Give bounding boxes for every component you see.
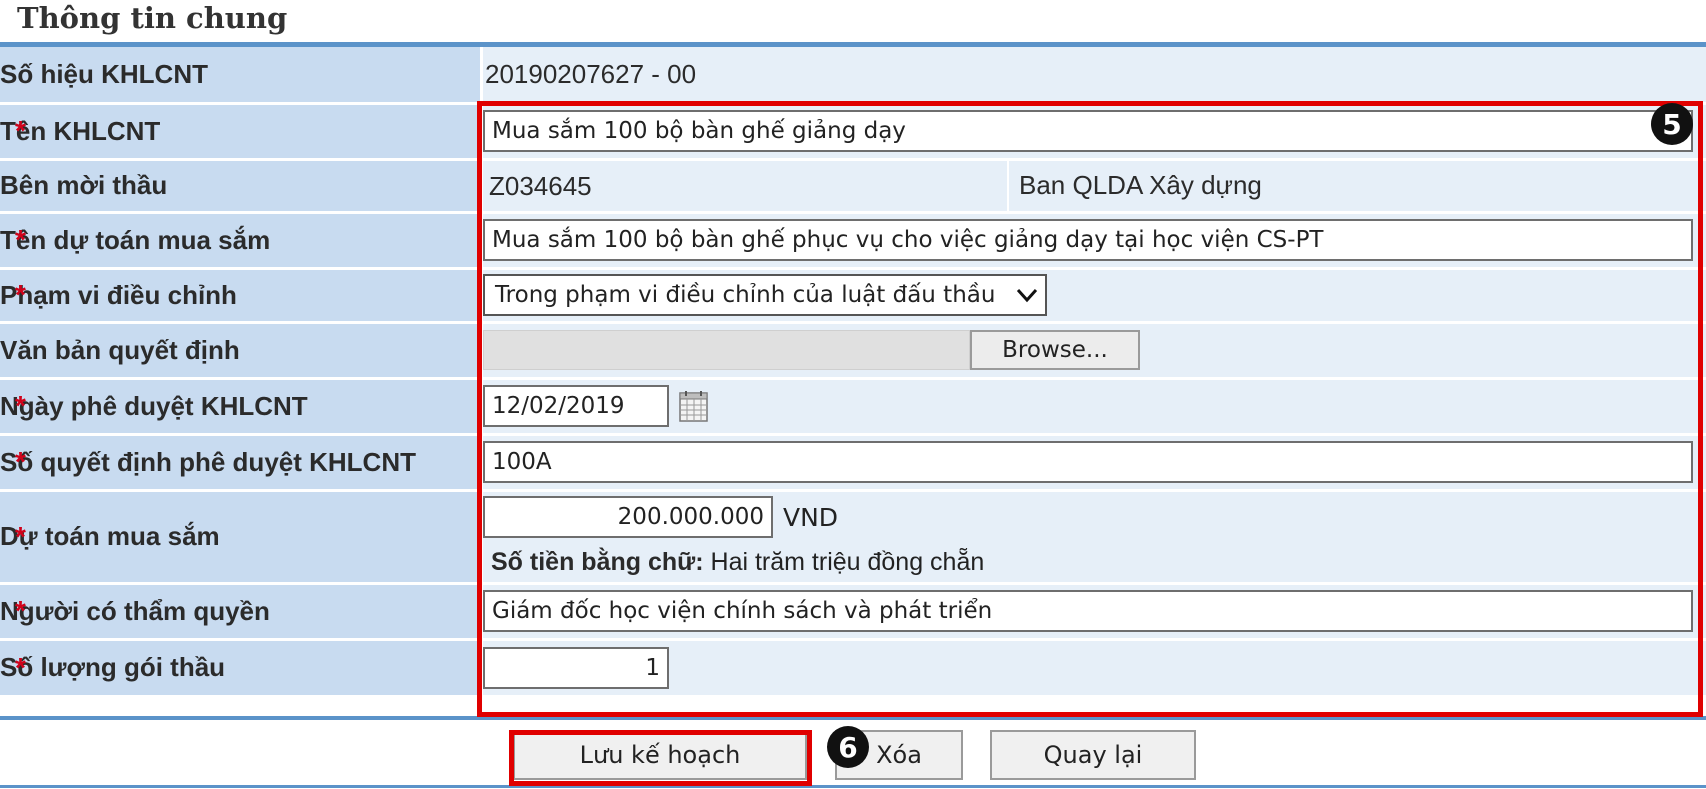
chevron-down-icon [1016, 288, 1038, 303]
file-path-field[interactable] [483, 330, 970, 370]
label-ten-du-toan: Tên dự toán mua sắm [0, 224, 271, 255]
row-so-hieu: Số hiệu KHLCNT 20190207627 - 00 [0, 47, 1706, 105]
step-badge-5: 5 [1651, 103, 1693, 145]
row-van-ban: Văn bản quyết định Browse... [0, 322, 1706, 380]
row-so-quyet-dinh: * Số quyết định phê duyệt KHLCNT 100A [0, 434, 1706, 492]
row-du-toan: * Dự toán mua sắm 200.000.000 VND Số tiền… [0, 490, 1706, 585]
ten-du-toan-input[interactable]: Mua sắm 100 bộ bàn ghế phục vụ cho việc … [483, 219, 1693, 261]
label-ngay-phe-duyet: Ngày phê duyệt KHLCNT [0, 390, 308, 421]
required-mark: * [15, 224, 26, 255]
required-mark: * [15, 390, 26, 421]
general-info-form: Số hiệu KHLCNT 20190207627 - 00 * Tên KHL… [0, 47, 1706, 698]
label-nguoi-tham-quyen: Người có thẩm quyền [0, 595, 270, 626]
label-so-hieu: Số hiệu KHLCNT [0, 47, 483, 105]
amount-in-words: Số tiền bằng chữ: Hai trăm triệu đồng ch… [483, 548, 1706, 577]
value-so-hieu: 20190207627 - 00 [485, 58, 697, 89]
nguoi-tham-quyen-input[interactable]: Giám đốc học viện chính sách và phát tri… [483, 590, 1693, 632]
amount-in-words-value: Hai trăm triệu đồng chẵn [710, 548, 985, 576]
required-mark: * [15, 520, 26, 552]
row-ngay-phe-duyet: * Ngày phê duyệt KHLCNT 12/02/2019 [0, 378, 1706, 436]
so-quyet-dinh-input[interactable]: 100A [483, 441, 1693, 483]
required-mark: * [15, 651, 26, 683]
row-ten-khlcnt: * Tên KHLCNT Mua sắm 100 bộ bàn ghế giảng… [0, 103, 1706, 161]
required-mark: * [15, 595, 26, 626]
label-so-luong-goi: Số lượng gói thầu [0, 652, 226, 682]
required-mark: * [15, 115, 26, 146]
ben-moi-thau-name: Ban QLDA Xây dựng [1019, 170, 1262, 200]
calendar-icon[interactable] [679, 390, 709, 422]
label-ben-moi-thau: Bên mời thầu [0, 159, 483, 214]
label-du-toan: Dự toán mua sắm [0, 521, 220, 551]
bottom-divider [0, 716, 1706, 720]
browse-button[interactable]: Browse... [970, 330, 1140, 370]
label-pham-vi: Phạm vi điều chỉnh [0, 279, 237, 310]
so-luong-goi-input[interactable]: 1 [483, 646, 669, 689]
label-so-quyet-dinh: Số quyết định phê duyệt KHLCNT [0, 446, 416, 477]
save-plan-button[interactable]: Lưu kế hoạch [513, 730, 807, 780]
row-ben-moi-thau: Bên mời thầu Z034645 Ban QLDA Xây dựng [0, 159, 1706, 214]
section-title: Thông tin chung [17, 1, 288, 35]
row-ten-du-toan: * Tên dự toán mua sắm Mua sắm 100 bộ bàn … [0, 212, 1706, 270]
row-nguoi-tham-quyen: * Người có thẩm quyền Giám đốc học viện c… [0, 583, 1706, 641]
amount-in-words-label: Số tiền bằng chữ: [491, 548, 704, 576]
row-so-luong-goi: * Số lượng gói thầu 1 [0, 639, 1706, 698]
label-van-ban: Văn bản quyết định [0, 322, 483, 380]
ngay-phe-duyet-input[interactable]: 12/02/2019 [483, 385, 669, 427]
back-button[interactable]: Quay lại [990, 730, 1196, 780]
step-badge-6: 6 [827, 726, 869, 768]
ten-khlcnt-input[interactable]: Mua sắm 100 bộ bàn ghế giảng dạy [483, 110, 1693, 152]
row-pham-vi: * Phạm vi điều chỉnh Trong phạm vi điều c… [0, 268, 1706, 324]
ben-moi-thau-code: Z034645 [483, 160, 1009, 211]
pham-vi-selected: Trong phạm vi điều chỉnh của luật đấu th… [495, 282, 996, 308]
du-toan-input[interactable]: 200.000.000 [483, 496, 773, 538]
required-mark: * [15, 279, 26, 310]
required-mark: * [15, 446, 26, 477]
footer-divider [0, 785, 1706, 788]
pham-vi-select[interactable]: Trong phạm vi điều chỉnh của luật đấu th… [483, 274, 1047, 316]
currency-label: VND [783, 502, 839, 532]
